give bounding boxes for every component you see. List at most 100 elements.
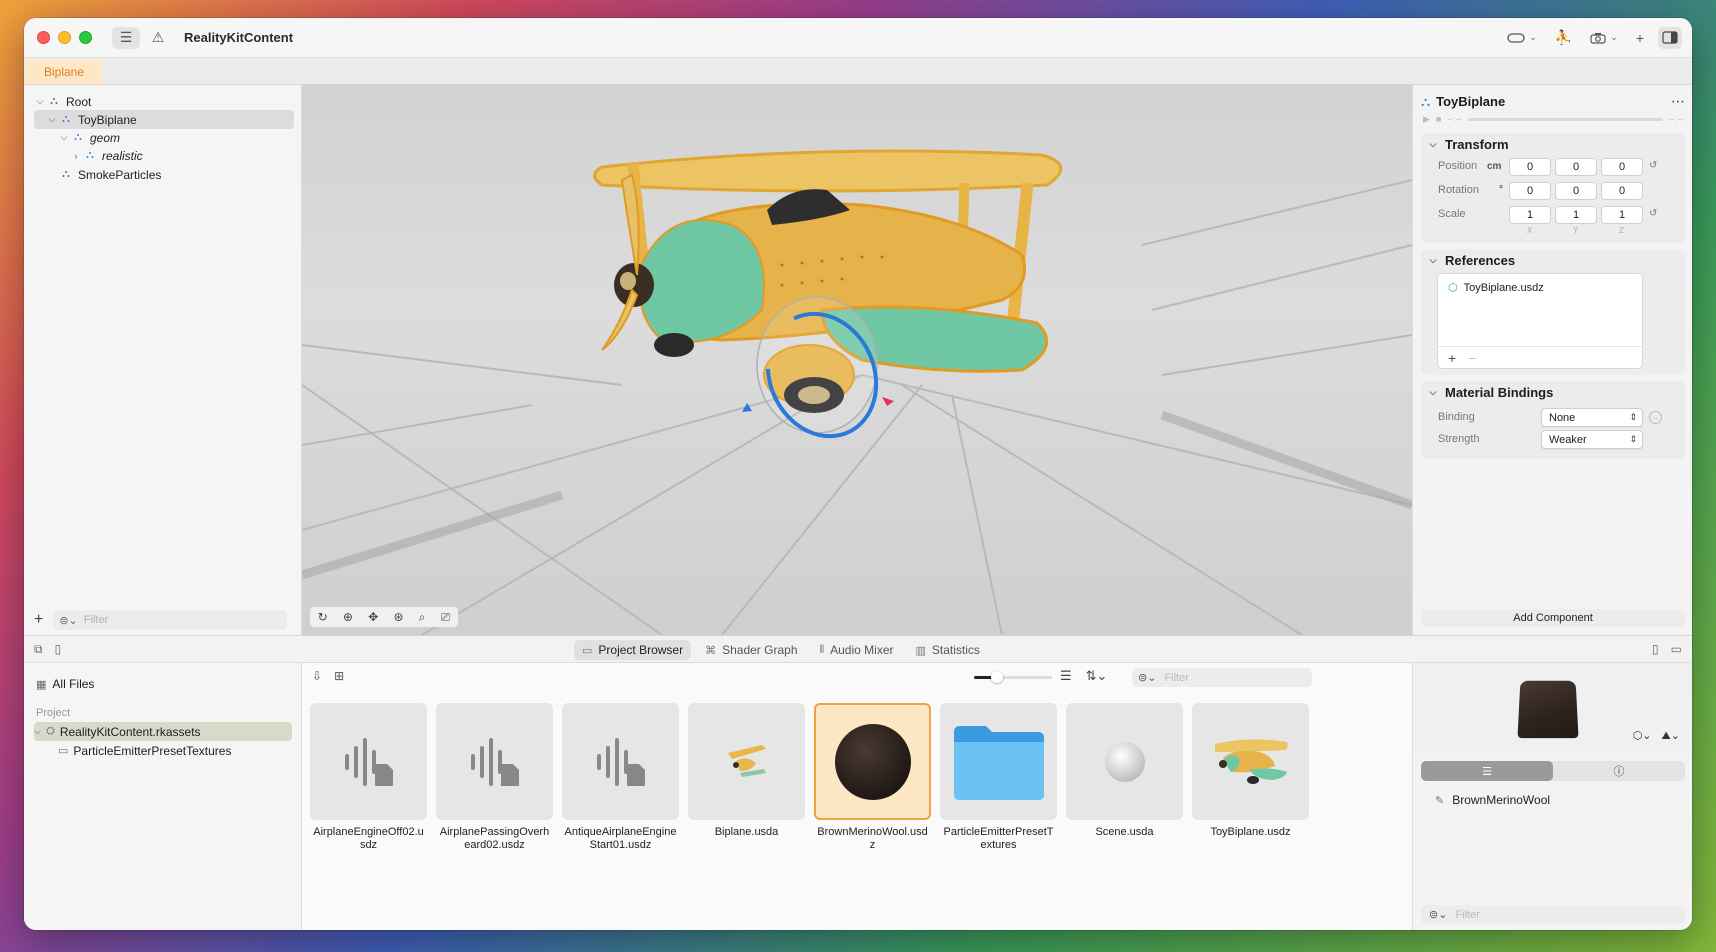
tab-biplane[interactable]: Biplane (26, 60, 102, 84)
tree-item-realistic[interactable]: › ⛬ realistic (34, 146, 294, 165)
chevron-down-icon[interactable]: ⌵ (46, 114, 58, 125)
rotation-x-field[interactable]: 0 (1509, 182, 1551, 200)
minimize-window-button[interactable] (58, 31, 71, 44)
tab-audio-mixer[interactable]: ⫴ Audio Mixer (812, 640, 902, 660)
position-z-field[interactable]: 0 (1601, 158, 1643, 176)
list-view-icon[interactable]: ☰ (1060, 668, 1072, 684)
material-bindings-header[interactable]: ⌵ Material Bindings (1427, 385, 1554, 400)
hierarchy-filter-field[interactable]: ⊜⌄ Filter (53, 610, 288, 630)
zoom-tool-icon[interactable]: ⌕ (419, 610, 426, 625)
warnings-button[interactable]: ⚠ (144, 27, 172, 49)
preview-shape-menu-icon[interactable]: ⬡⌄ (1633, 729, 1652, 743)
tree-item-label: ToyBiplane (78, 112, 137, 127)
material-item[interactable]: ✎ BrownMerinoWool (1435, 793, 1550, 807)
viewport-scene[interactable] (302, 85, 1412, 635)
file-tile-selected[interactable]: BrownMerinoWool.usdz (814, 703, 931, 852)
remove-reference-button[interactable]: − (1468, 350, 1476, 366)
filter-menu-icon[interactable]: ⊜⌄ (59, 614, 77, 627)
scale-z-field[interactable]: 1 (1601, 206, 1643, 224)
sort-icon[interactable]: ⇅⌄ (1086, 668, 1108, 684)
preview-filter-field[interactable]: ⊜⌄ Filter (1421, 905, 1685, 924)
rotation-y-field[interactable]: 0 (1555, 182, 1597, 200)
move-tool-icon[interactable]: ✥ (368, 610, 378, 624)
3d-viewport[interactable]: ↻ ⊕ ✥ ⊛ ⌕ ⎚ (302, 85, 1412, 635)
tab-statistics[interactable]: ▥ Statistics (907, 640, 987, 660)
camera-menu-button[interactable]: ⌄ (1586, 27, 1622, 49)
file-tile[interactable]: ParticleEmitterPresetTextures (940, 703, 1057, 852)
vision-pro-preview-button[interactable]: ⌄ (1503, 27, 1541, 49)
position-x-field[interactable]: 0 (1509, 158, 1551, 176)
file-tile[interactable]: Biplane.usda (688, 703, 805, 839)
tab-project-browser[interactable]: ▭ Project Browser (574, 640, 692, 660)
sidebar-right-icon[interactable]: ▯ (1652, 642, 1659, 656)
scale-x-field[interactable]: 1 (1509, 206, 1551, 224)
globe-tool-icon[interactable]: ⊛ (394, 610, 404, 624)
file-tile[interactable]: AirplaneEngineOff02.usdz (310, 703, 427, 852)
transform-header[interactable]: ⌵ Transform (1427, 137, 1509, 152)
close-window-button[interactable] (37, 31, 50, 44)
add-button[interactable]: + (1632, 27, 1648, 49)
stop-icon[interactable]: ■ (1436, 114, 1441, 124)
rotation-z-field[interactable]: 0 (1601, 182, 1643, 200)
chevron-right-icon[interactable]: › (70, 151, 82, 161)
sidebar-left-icon[interactable]: ▯ (55, 642, 62, 657)
strength-select[interactable]: Weaker ⇕ (1541, 430, 1643, 449)
camera-tool-icon[interactable]: ⎚ (441, 610, 451, 625)
all-files-item[interactable]: ▦ All Files (36, 677, 94, 691)
sidebar-toggle-button[interactable]: ☰ (112, 26, 140, 49)
play-icon[interactable]: ▶ (1423, 114, 1430, 125)
slider-knob[interactable] (991, 671, 1004, 683)
reference-item[interactable]: ⬡ ToyBiplane.usdz (1448, 281, 1544, 295)
file-tile[interactable]: ToyBiplane.usdz (1192, 703, 1309, 839)
references-header[interactable]: ⌵ References (1427, 253, 1516, 268)
select-tool-icon[interactable]: ⊕ (343, 610, 353, 624)
chevron-down-icon[interactable]: ⌵ (58, 132, 70, 143)
file-tile[interactable]: AntiqueAirplaneEngineStart01.usdz (562, 703, 679, 852)
scale-y-field[interactable]: 1 (1555, 206, 1597, 224)
chevron-down-icon[interactable]: ⌵ (34, 96, 46, 107)
scene-hierarchy-panel: ⌵ ⛬ Root ⌵ ⛬ ToyBiplane ⌵ ⛬ geom › ⛬ rea… (24, 85, 302, 635)
usdz-file-thumbnail (1192, 703, 1309, 820)
reset-icon[interactable]: ↺ (1649, 160, 1657, 171)
filter-placeholder: Filter (1164, 671, 1189, 684)
import-icon[interactable]: ⇩ (312, 669, 322, 683)
file-tile[interactable]: Scene.usda (1066, 703, 1183, 839)
folder-icon: ▭ (582, 644, 593, 657)
add-entity-button[interactable]: + (34, 611, 43, 629)
add-reference-button[interactable]: + (1448, 350, 1456, 366)
orbit-tool-icon[interactable]: ↻ (318, 610, 328, 624)
new-folder-icon[interactable]: ⊞ (334, 669, 344, 683)
list-segment[interactable]: ☰ (1421, 761, 1553, 781)
thumbnail-size-slider[interactable] (974, 671, 1052, 683)
filter-menu-icon[interactable]: ⊜⌄ (1138, 671, 1156, 684)
inspector-toggle-button[interactable] (1658, 26, 1682, 49)
reset-icon[interactable]: ↺ (1649, 208, 1657, 219)
anim-timeline[interactable] (1467, 117, 1663, 121)
tree-item-label: SmokeParticles (78, 167, 162, 182)
file-name: BrownMerinoWool.usdz (817, 826, 928, 851)
browser-filter-field[interactable]: ⊜⌄ Filter (1132, 668, 1312, 687)
play-person-button[interactable]: ⛹ (1551, 27, 1576, 49)
tree-item-toybiplane[interactable]: ⌵ ⛬ ToyBiplane (34, 110, 294, 129)
add-component-button[interactable]: Add Component (1421, 609, 1685, 627)
info-segment[interactable]: ⓘ (1553, 761, 1685, 781)
bottom-panel-icon[interactable]: ▭ (1671, 642, 1682, 656)
position-y-field[interactable]: 0 (1555, 158, 1597, 176)
go-to-arrow-icon[interactable]: → (1649, 411, 1662, 424)
file-tree-item-rkassets[interactable]: ⌵ ⛭ RealityKitContent.rkassets (34, 722, 292, 741)
zoom-window-button[interactable] (79, 31, 92, 44)
file-tile[interactable]: AirplanePassingOverheard02.usdz (436, 703, 553, 852)
material-preview[interactable]: ⬡⌄ ⛰⌄ (1413, 663, 1692, 753)
tree-item-root[interactable]: ⌵ ⛬ Root (34, 92, 294, 111)
preview-environment-menu-icon[interactable]: ⛰⌄ (1662, 729, 1680, 743)
binding-select[interactable]: None ⇕ (1541, 408, 1643, 427)
filter-menu-icon[interactable]: ⊜⌄ (1429, 908, 1447, 921)
tree-item-smokeparticles[interactable]: ⛬ SmokeParticles (34, 165, 294, 184)
chevron-down-icon[interactable]: ⌵ (34, 726, 46, 737)
window-tile-icon[interactable]: ⧉ (34, 642, 43, 657)
file-tree-item-particle-textures[interactable]: ▭ ParticleEmitterPresetTextures (34, 741, 292, 760)
tab-shader-graph[interactable]: ⌘ Shader Graph (697, 640, 805, 660)
tree-item-geom[interactable]: ⌵ ⛬ geom (34, 128, 294, 147)
chevron-down-icon: ⌵ (1429, 255, 1437, 265)
more-options-icon[interactable]: ⋯ (1671, 93, 1685, 110)
